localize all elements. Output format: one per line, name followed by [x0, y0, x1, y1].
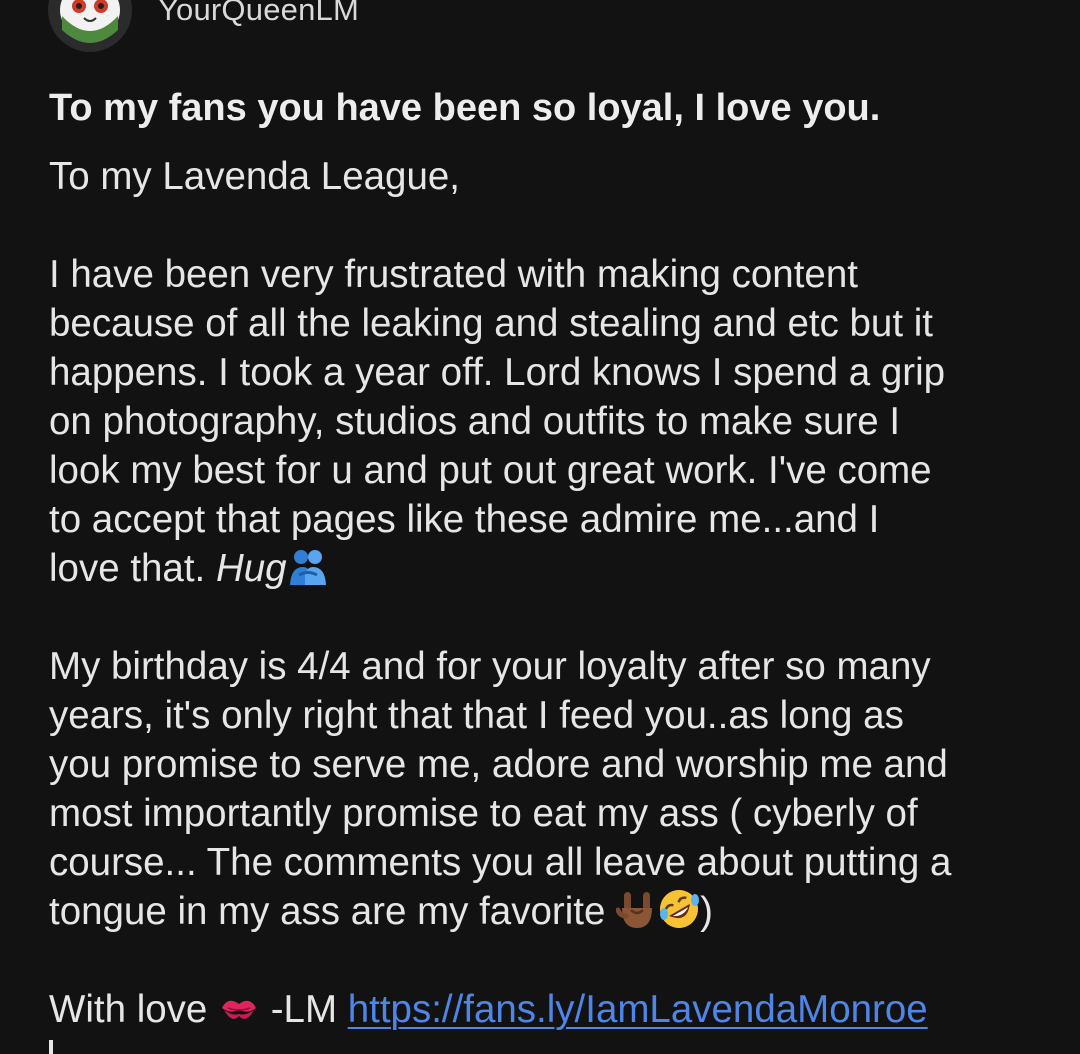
- post-author[interactable]: [48, 0, 132, 54]
- body-line: you promise to serve me, adore and worsh…: [49, 743, 948, 786]
- post-card: YourQueenLM To my fans you have been so …: [0, 0, 1080, 1054]
- post-body: To my Lavenda League, I have been very f…: [49, 152, 1049, 1034]
- body-line: on photography, studios and outfits to m…: [49, 400, 901, 443]
- body-line: to accept that pages like these admire m…: [49, 498, 880, 541]
- author-username[interactable]: YourQueenLM: [158, 0, 359, 28]
- post-salutation: To my Lavenda League,: [49, 155, 460, 198]
- avatar[interactable]: [48, 0, 132, 52]
- body-line: course... The comments you all leave abo…: [49, 841, 952, 884]
- body-text: ): [700, 890, 713, 933]
- post-title: To my fans you have been so loyal, I lov…: [49, 87, 881, 129]
- rock-on-hand-icon: [616, 888, 658, 930]
- body-line: years, it's only right that that I feed …: [49, 694, 904, 737]
- signoff-author: -LM: [260, 988, 348, 1031]
- fansly-link[interactable]: https://fans.ly/IamLavendaMonroe: [348, 988, 928, 1031]
- body-text: tongue in my ass are my favorite: [49, 890, 617, 933]
- body-line-last: love that. Hug: [49, 544, 1049, 593]
- body-line: happens. I took a year off. Lord knows I…: [49, 351, 946, 394]
- body-text: love that.: [49, 547, 216, 590]
- rolling-laughing-face-icon: [658, 888, 700, 930]
- body-line: I have been very frustrated with making …: [49, 253, 858, 296]
- cat-avatar-icon: [48, 0, 132, 52]
- clipped-text-fragment: [49, 1040, 53, 1054]
- signoff-text: With love: [49, 988, 219, 1031]
- signoff-line: With love -LM https://fans.ly/IamLavenda…: [49, 985, 1049, 1034]
- kiss-mark-icon: [218, 986, 260, 1028]
- body-line: most importantly promise to eat my ass (…: [49, 792, 918, 835]
- body-line: look my best for u and put out great wor…: [49, 449, 932, 492]
- body-line: My birthday is 4/4 and for your loyalty …: [49, 645, 931, 688]
- body-line: because of all the leaking and stealing …: [49, 302, 933, 345]
- hug-italic-text: Hug: [215, 547, 287, 590]
- body-line-last: tongue in my ass are my favorite): [49, 887, 1049, 936]
- people-hugging-icon: [287, 545, 329, 587]
